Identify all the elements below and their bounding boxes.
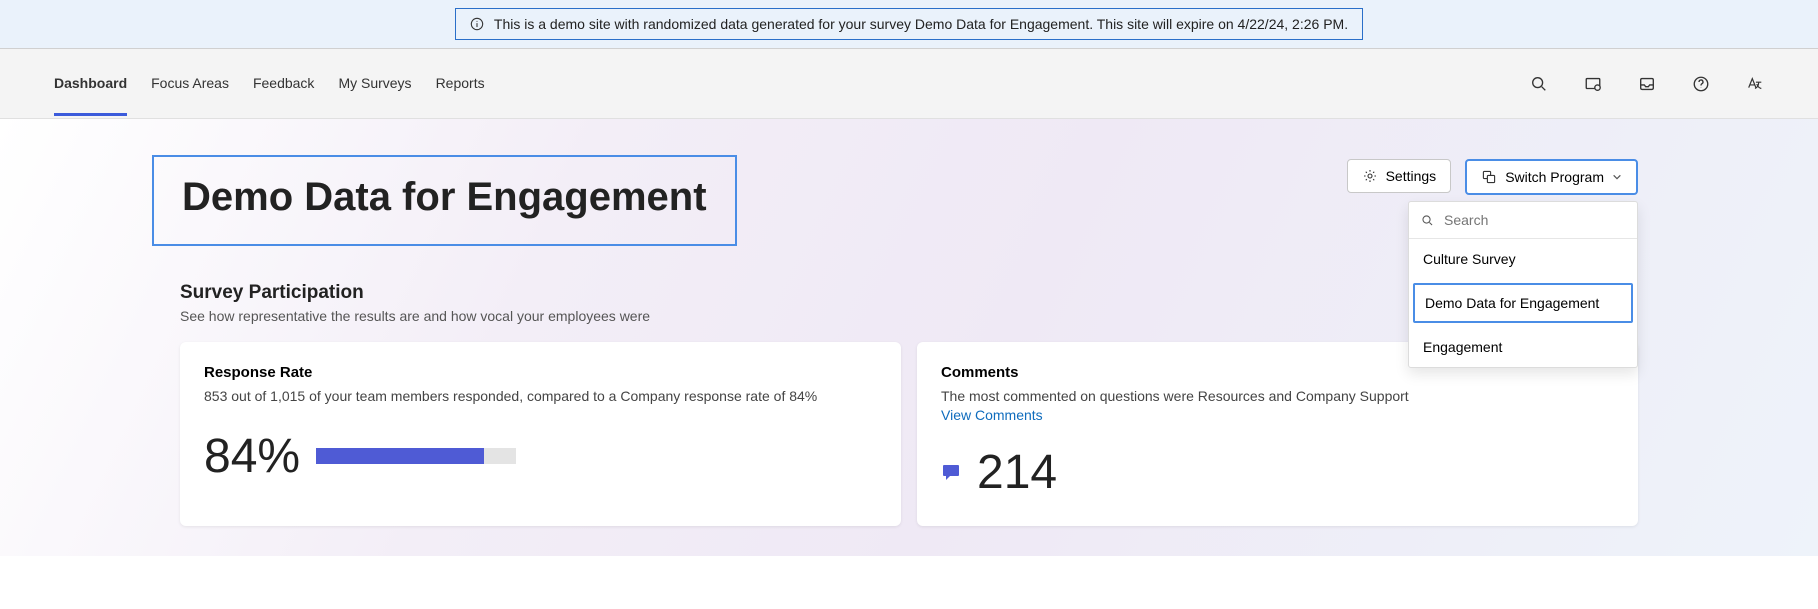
demo-banner-text: This is a demo site with randomized data…: [494, 16, 1348, 32]
search-icon: [1421, 213, 1434, 228]
language-icon[interactable]: [1746, 75, 1764, 93]
switch-program-dropdown: Culture Survey Demo Data for Engagement …: [1408, 201, 1638, 368]
info-icon: [470, 17, 484, 31]
settings-button[interactable]: Settings: [1347, 159, 1452, 193]
response-rate-progress-fill: [316, 448, 484, 464]
dropdown-item-engagement[interactable]: Engagement: [1409, 327, 1637, 367]
switch-program-button[interactable]: Switch Program: [1465, 159, 1638, 195]
nav-tab-focus-areas[interactable]: Focus Areas: [151, 51, 229, 116]
response-rate-desc: 853 out of 1,015 of your team members re…: [204, 387, 877, 407]
response-rate-progress: [316, 448, 516, 464]
nav-tab-my-surveys[interactable]: My Surveys: [338, 51, 411, 116]
help-icon[interactable]: [1692, 75, 1710, 93]
comments-count: 214: [977, 445, 1057, 500]
nav-tabs: Dashboard Focus Areas Feedback My Survey…: [54, 51, 485, 116]
response-rate-percent: 84%: [204, 429, 300, 484]
dropdown-search: [1409, 202, 1637, 239]
inbox-icon[interactable]: [1638, 75, 1656, 93]
settings-label: Settings: [1386, 168, 1437, 184]
demo-banner: This is a demo site with randomized data…: [0, 0, 1818, 49]
view-comments-link[interactable]: View Comments: [941, 407, 1614, 423]
page-title-box: Demo Data for Engagement: [152, 155, 737, 246]
response-rate-title: Response Rate: [204, 364, 877, 381]
chevron-down-icon: [1612, 172, 1622, 182]
nav-tab-reports[interactable]: Reports: [436, 51, 485, 116]
hero-area: Demo Data for Engagement Settings Switch…: [0, 119, 1818, 556]
header-icons: [1530, 75, 1764, 93]
dropdown-item-demo-data[interactable]: Demo Data for Engagement: [1413, 283, 1633, 323]
page-title: Demo Data for Engagement: [182, 175, 707, 220]
comments-card: Comments The most commented on questions…: [917, 342, 1638, 526]
nav-tab-feedback[interactable]: Feedback: [253, 51, 314, 116]
dropdown-search-input[interactable]: [1444, 212, 1625, 228]
switch-icon: [1481, 169, 1497, 185]
comments-desc: The most commented on questions were Res…: [941, 387, 1614, 407]
search-icon[interactable]: [1530, 75, 1548, 93]
nav-tab-dashboard[interactable]: Dashboard: [54, 51, 127, 116]
response-rate-card: Response Rate 853 out of 1,015 of your t…: [180, 342, 901, 526]
comment-icon: [941, 462, 961, 482]
switch-program-label: Switch Program: [1505, 169, 1604, 185]
top-navigation: Dashboard Focus Areas Feedback My Survey…: [0, 49, 1818, 119]
gear-icon: [1362, 168, 1378, 184]
presentation-icon[interactable]: [1584, 75, 1602, 93]
demo-banner-inner: This is a demo site with randomized data…: [455, 8, 1363, 40]
dropdown-item-culture-survey[interactable]: Culture Survey: [1409, 239, 1637, 279]
